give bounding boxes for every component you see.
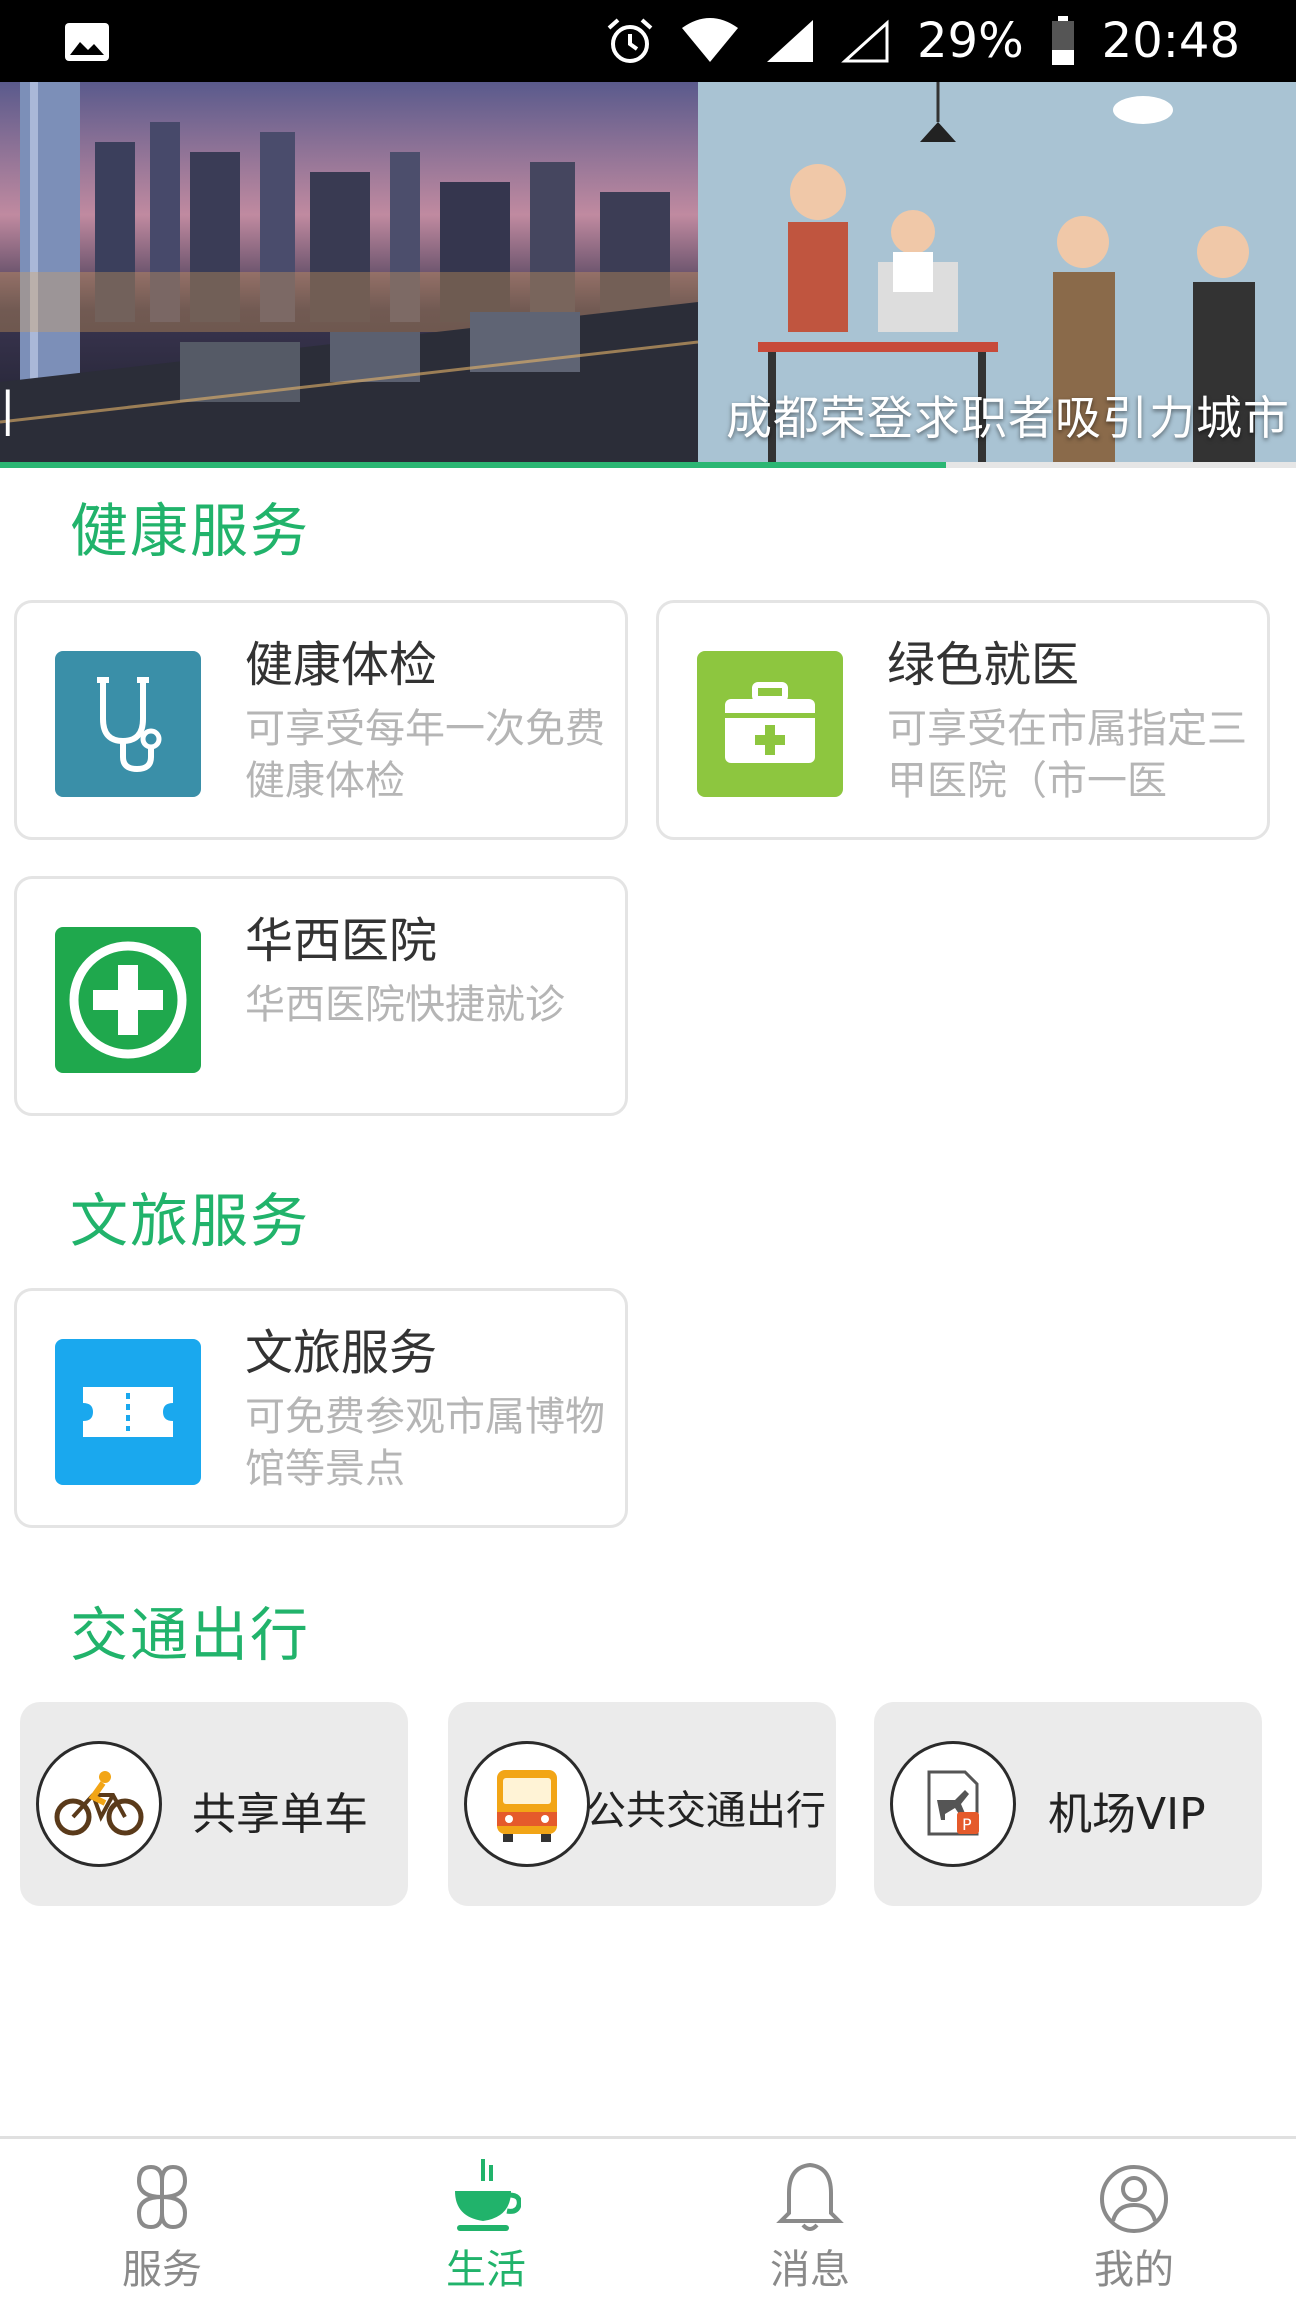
banner-carousel[interactable]: | 成都荣登求职者吸引力城市 [0, 82, 1296, 462]
card-health-checkup[interactable]: 健康体检 可享受每年一次免费健康体检 [14, 600, 628, 840]
bicycle-icon [36, 1741, 162, 1867]
nav-item-services[interactable]: 服务 [0, 2139, 324, 2304]
airport-parking-icon: P [890, 1741, 1016, 1867]
card-huaxi-hospital[interactable]: 华西医院 华西医院快捷就诊 [14, 876, 628, 1116]
status-bar: 29% 20:48 [0, 0, 1296, 82]
card-title: 文旅服务 [245, 1325, 438, 1381]
bell-icon [776, 2162, 844, 2231]
medical-kit-icon [697, 651, 843, 797]
nav-label: 服务 [122, 2247, 202, 2293]
nav-item-mine[interactable]: 我的 [972, 2139, 1296, 2304]
banner-progress-fill [0, 462, 947, 468]
medical-cross-icon [55, 927, 201, 1073]
card-description: 可享受每年一次免费健康体检 [245, 706, 605, 804]
services-grid-icon [136, 2164, 188, 2230]
signal-empty-icon [841, 19, 889, 63]
profile-icon [1100, 2165, 1168, 2233]
tile-airport-vip[interactable]: P 机场VIP [874, 1702, 1262, 1906]
coffee-cup-icon [455, 2159, 521, 2231]
ticket-icon [55, 1339, 201, 1485]
nav-item-life[interactable]: 生活 [324, 2139, 648, 2304]
battery-icon [1051, 16, 1074, 65]
nav-item-messages[interactable]: 消息 [648, 2139, 972, 2304]
tile-label: 共享单车 [192, 1789, 368, 1840]
tile-label: 公共交通出行 [586, 1788, 826, 1834]
tile-label: 机场VIP [1048, 1789, 1206, 1840]
city-night-image [0, 82, 698, 462]
battery-percent: 29% [916, 13, 1024, 69]
tile-public-transport[interactable]: 公共交通出行 [448, 1702, 836, 1906]
svg-text:P: P [962, 1815, 972, 1834]
section-title-culture: 文旅服务 [70, 1187, 311, 1255]
bottom-nav: 服务 生活 消息 我的 [0, 2136, 1296, 2304]
card-title: 健康体检 [245, 637, 438, 693]
banner-progress [0, 462, 1296, 468]
alarm-icon [607, 18, 653, 63]
section-title-health: 健康服务 [70, 497, 311, 565]
banner-prev-caption-fragment: | [0, 382, 16, 436]
nav-label: 我的 [1094, 2247, 1174, 2293]
card-title: 华西医院 [245, 913, 438, 969]
stethoscope-icon [55, 651, 201, 797]
card-description: 可免费参观市属博物馆等景点 [245, 1394, 605, 1492]
wifi-icon [681, 18, 738, 62]
bus-icon [464, 1741, 590, 1867]
card-title: 绿色就医 [887, 637, 1080, 693]
clock: 20:48 [1101, 13, 1240, 69]
nav-label: 消息 [770, 2247, 850, 2293]
card-description: 可享受在市属指定三甲医院（市一医 [887, 706, 1247, 804]
tile-shared-bike[interactable]: 共享单车 [20, 1702, 408, 1906]
card-description: 华西医院快捷就诊 [245, 982, 565, 1028]
gallery-icon [65, 23, 109, 61]
card-green-medical[interactable]: 绿色就医 可享受在市属指定三甲医院（市一医 [656, 600, 1270, 840]
nav-label: 生活 [446, 2247, 526, 2293]
signal-icon [766, 20, 813, 62]
section-title-transport: 交通出行 [70, 1601, 311, 1669]
card-culture-service[interactable]: 文旅服务 可免费参观市属博物馆等景点 [14, 1288, 628, 1528]
banner-caption: 成都荣登求职者吸引力城市 [726, 391, 1290, 445]
